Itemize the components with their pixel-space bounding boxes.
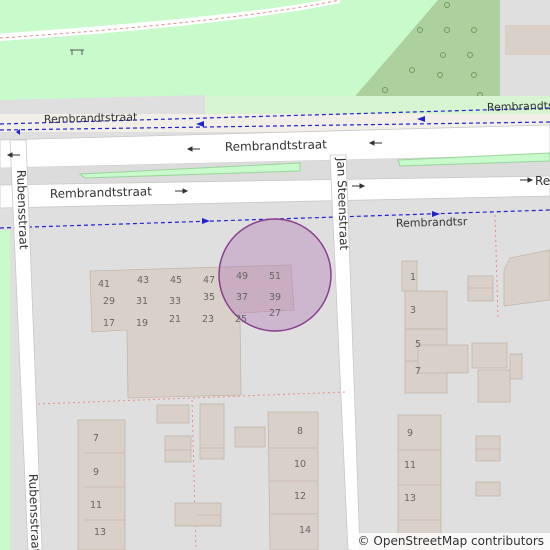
building bbox=[467, 275, 494, 302]
building bbox=[503, 249, 550, 307]
building bbox=[156, 404, 190, 424]
house-number: 10 bbox=[294, 459, 306, 470]
house-number: 37 bbox=[236, 292, 248, 303]
building bbox=[199, 403, 225, 460]
street-label-rembrandt-edge: Re bbox=[535, 174, 550, 188]
street-label-rubens-top: Rubensstraat bbox=[14, 170, 31, 250]
building bbox=[174, 502, 222, 527]
house-number: 39 bbox=[269, 292, 281, 303]
house-number: 17 bbox=[103, 318, 115, 329]
house-number: 23 bbox=[202, 314, 214, 325]
house-number: 21 bbox=[169, 314, 181, 325]
house-number: 9 bbox=[93, 467, 99, 478]
house-number: 7 bbox=[415, 366, 421, 377]
house-number: 12 bbox=[294, 491, 306, 502]
building bbox=[475, 435, 501, 462]
house-number: 47 bbox=[203, 275, 215, 286]
house-number: 7 bbox=[93, 433, 99, 444]
house-number: 41 bbox=[98, 279, 110, 290]
house-number: 51 bbox=[269, 271, 281, 282]
building bbox=[417, 344, 469, 374]
house-number: 45 bbox=[170, 275, 182, 286]
building bbox=[164, 435, 192, 463]
osm-contributors-link[interactable]: OpenStreetMap contributors bbox=[373, 534, 544, 548]
building bbox=[234, 426, 266, 448]
building bbox=[477, 369, 511, 403]
house-number: 14 bbox=[299, 525, 311, 536]
house-number: 49 bbox=[236, 271, 248, 282]
map-view[interactable]: Rembrandtstraat Rembrandtstraat Rembrand… bbox=[0, 0, 550, 550]
house-number: 35 bbox=[203, 292, 215, 303]
house-number: 19 bbox=[136, 318, 148, 329]
house-number: 31 bbox=[136, 296, 148, 307]
house-number: 27 bbox=[269, 308, 281, 319]
house-number: 25 bbox=[235, 314, 247, 325]
street-label-rembrandt-cycle: Rembrandtsr bbox=[396, 215, 468, 230]
street-label-rembrandt-main: Rembrandtstraat bbox=[225, 137, 328, 154]
building bbox=[505, 25, 550, 55]
house-number: 13 bbox=[94, 527, 106, 538]
building bbox=[397, 414, 442, 550]
building bbox=[475, 481, 501, 497]
map-attribution: © OpenStreetMap contributors bbox=[351, 533, 550, 550]
building bbox=[509, 353, 523, 380]
street-label-rembrandt-lower: Rembrandtstraat bbox=[50, 184, 153, 201]
map-canvas: Rembrandtstraat Rembrandtstraat Rembrand… bbox=[0, 0, 550, 550]
house-number: 11 bbox=[90, 500, 102, 511]
building bbox=[471, 342, 508, 369]
house-number: 33 bbox=[169, 296, 181, 307]
house-number: 3 bbox=[410, 305, 416, 316]
house-number: 13 bbox=[404, 493, 416, 504]
house-number: 29 bbox=[103, 296, 115, 307]
house-number: 1 bbox=[410, 272, 416, 283]
house-number: 5 bbox=[415, 339, 421, 350]
copyright-symbol: © bbox=[357, 534, 370, 548]
house-number: 9 bbox=[407, 428, 413, 439]
house-number: 8 bbox=[297, 426, 303, 437]
street-label-rembrandt-upper: Rembrandtstraat bbox=[44, 111, 139, 126]
house-number: 43 bbox=[137, 275, 149, 286]
street-label-rembrandt-top-right: Rembrandtstraat bbox=[487, 99, 550, 114]
street-label-rubens-bottom: Rubensstraat bbox=[26, 474, 43, 550]
house-number: 11 bbox=[404, 460, 416, 471]
